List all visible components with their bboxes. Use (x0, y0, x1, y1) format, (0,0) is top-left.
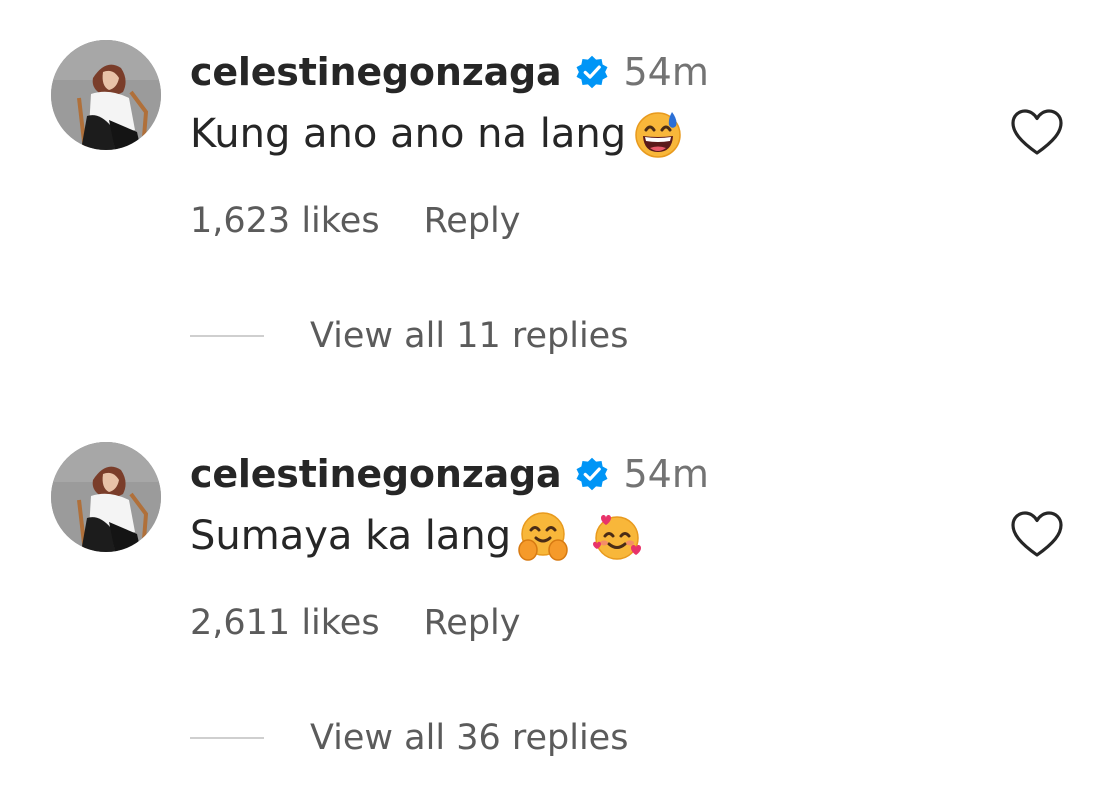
comment-item: celestinegonzaga 54m Kung ano ano na lan… (0, 0, 1120, 400)
heart-outline-icon (1011, 109, 1063, 155)
comment-timestamp: 54m (623, 452, 709, 496)
comment-text: Sumaya ka lang (190, 513, 512, 559)
view-replies-button[interactable]: View all 36 replies (310, 718, 628, 758)
likes-count[interactable]: 1,623 likes (190, 201, 380, 241)
reply-button[interactable]: Reply (424, 201, 521, 241)
grinning-sweat-emoji (632, 108, 684, 160)
replies-divider (190, 737, 264, 739)
comment-item: celestinegonzaga 54m Sumaya ka lang 2,61… (0, 402, 1120, 802)
comment-text: Kung ano ano na lang (190, 111, 627, 157)
smiling-face-with-hearts-emoji (591, 510, 643, 562)
avatar[interactable] (51, 442, 161, 552)
verified-badge-icon (574, 54, 610, 90)
view-replies-button[interactable]: View all 11 replies (310, 316, 628, 356)
comment-username[interactable]: celestinegonzaga (190, 50, 562, 94)
avatar[interactable] (51, 40, 161, 150)
like-heart-button[interactable] (1010, 108, 1064, 158)
heart-outline-icon (1011, 511, 1063, 557)
likes-count[interactable]: 2,611 likes (190, 603, 380, 643)
verified-badge-icon (574, 456, 610, 492)
like-heart-button[interactable] (1010, 510, 1064, 560)
avatar-photo (51, 442, 161, 552)
avatar-photo (51, 40, 161, 150)
reply-button[interactable]: Reply (424, 603, 521, 643)
replies-divider (190, 335, 264, 337)
hugging-face-emoji (517, 510, 569, 562)
comment-username[interactable]: celestinegonzaga (190, 452, 562, 496)
comment-timestamp: 54m (623, 50, 709, 94)
